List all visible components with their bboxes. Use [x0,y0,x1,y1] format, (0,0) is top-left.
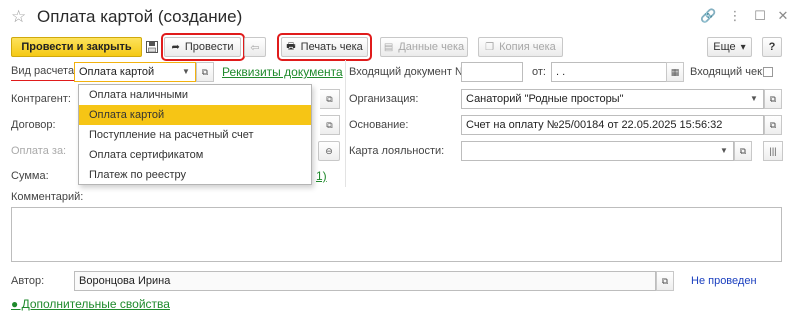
status-text: Не проведен [691,275,757,287]
highlight-post [161,33,245,61]
incoming-check-checkbox[interactable] [763,67,773,77]
check-copy-button[interactable]: ❐ Копия чека [478,37,563,57]
from-label: от: [532,66,546,78]
organization-label: Организация: [349,93,419,105]
dropdown-option-selected[interactable]: Оплата картой [79,105,311,125]
counterparty-label: Контрагент: [11,93,71,105]
barcode-icon[interactable]: ||| [763,141,783,161]
open-icon[interactable]: ⧉ [320,89,340,109]
check-data-button[interactable]: ▤ Данные чека [380,37,468,57]
dropdown-option[interactable]: Поступление на расчетный счет [79,125,311,145]
window-title: Оплата картой (создание) [37,7,243,26]
unpost-icon[interactable]: ⇦ [244,37,266,57]
dropdown-option[interactable]: Оплата сертификатом [79,145,311,165]
payment-type-dropdown: Оплата наличными Оплата картой Поступлен… [78,84,312,185]
incoming-doc-label: Входящий документ №: [349,66,470,78]
copy-icon: ❐ [485,41,495,53]
open-icon[interactable]: ⧉ [734,141,752,161]
basis-label: Основание: [349,119,409,131]
requisites-link[interactable]: Реквизиты документа [222,62,343,82]
open-icon[interactable]: ⧉ [764,89,782,109]
chevron-down-icon[interactable]: ▼ [747,90,761,108]
author-label: Автор: [11,275,45,287]
author-field[interactable]: Воронцова Ирина [74,271,656,291]
sum-label: Сумма: [11,170,49,182]
highlight-print-check [277,33,372,61]
extra-properties-link[interactable]: ● Дополнительные свойства [11,294,170,314]
more-vertical-icon[interactable]: ⋮ [727,8,743,24]
organization-field[interactable]: Санаторий "Родные просторы" ▼ [461,89,764,109]
chevron-down-icon[interactable]: ▼ [717,142,731,160]
payment-type-field[interactable]: Оплата картой ▼ [74,62,196,82]
save-icon[interactable] [144,37,159,57]
pay-for-label: Оплата за: [11,145,67,157]
basis-field[interactable]: Счет на оплату №25/00184 от 22.05.2025 1… [461,115,764,135]
link-icon[interactable]: 🔗 [700,8,716,24]
incoming-doc-field[interactable] [461,62,523,82]
chevron-down-icon[interactable]: ▼ [179,63,193,81]
help-button[interactable]: ? [762,37,782,57]
favorite-star-icon[interactable]: ☆ [11,7,26,27]
incoming-check-label: Входящий чек: [690,66,765,78]
dropdown-option[interactable]: Оплата наличными [79,85,311,105]
close-icon[interactable]: ✕ [775,8,791,24]
open-icon[interactable]: ⧉ [320,115,340,135]
calendar-icon[interactable]: ▦ [666,62,684,82]
dropdown-option[interactable]: Платеж по реестру [79,165,311,185]
sum-link[interactable]: 1) [316,166,327,186]
loyalty-card-label: Карта лояльности: [349,145,445,157]
comment-label: Комментарий: [11,191,84,203]
maximize-icon[interactable]: ☐ [752,8,768,24]
loyalty-card-field[interactable]: ▼ [461,141,734,161]
more-button[interactable]: Еще ▾ [707,37,752,57]
comment-textarea[interactable] [11,207,782,262]
from-date-field[interactable]: . . [551,62,667,82]
open-icon[interactable]: ⧉ [764,115,782,135]
column-divider [345,60,346,187]
open-icon[interactable]: ⧉ [196,62,214,82]
arrow-left-circle-icon[interactable]: ⊖ [318,141,340,161]
chevron-down-icon: ▾ [740,41,746,53]
open-icon[interactable]: ⧉ [656,271,674,291]
receipt-icon: ▤ [383,41,394,53]
post-and-close-button[interactable]: Провести и закрыть [11,37,142,57]
payment-type-label: Вид расчета: [11,62,78,81]
contract-label: Договор: [11,119,56,131]
